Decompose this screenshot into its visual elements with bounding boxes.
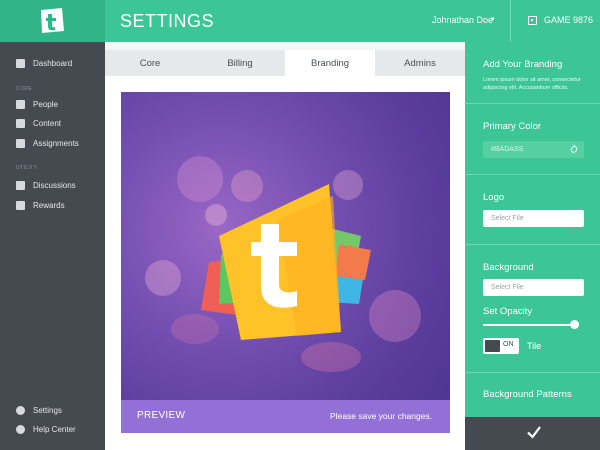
discussions-icon (16, 180, 25, 190)
game-icon (528, 16, 537, 25)
page-title: SETTINGS (120, 11, 215, 31)
background-patterns-label[interactable]: Background Patterns (483, 389, 572, 400)
sidebar-item-label: Assignments (33, 138, 79, 148)
sidebar-item-dashboard[interactable]: Dashboard (16, 56, 72, 70)
sidebar-item-discussions[interactable]: Discussions (16, 178, 76, 192)
color-picker-icon[interactable] (569, 144, 579, 155)
toggle-knob (485, 340, 500, 352)
dashboard-icon (16, 58, 25, 68)
user-menu[interactable]: Johnathan Doe (432, 15, 493, 25)
settings-tabs: Core Billing Branding Admins (105, 50, 465, 76)
preview-label: PREVIEW (137, 410, 186, 421)
bokeh-light (369, 290, 421, 342)
rewards-icon (16, 200, 25, 210)
game-selector[interactable]: GAME 9876 (544, 15, 593, 25)
branding-description: Lorem ipsum dolor sit amet, consectetur … (483, 77, 581, 91)
tally-logo-icon (201, 184, 371, 340)
logo-icon (41, 8, 64, 33)
toggle-state: ON (503, 341, 514, 348)
people-icon (16, 99, 25, 109)
preview-save-note: Please save your changes. (330, 411, 433, 421)
background-label: Background (483, 262, 534, 273)
sidebar-item-label: Discussions (33, 180, 76, 190)
primary-color-value: #BADASS (491, 146, 524, 153)
sidebar-item-assignments[interactable]: Assignments (16, 136, 79, 150)
tab-billing[interactable]: Billing (195, 50, 285, 76)
branding-title: Add Your Branding (483, 59, 563, 70)
chevron-down-icon[interactable]: ▾ (491, 15, 495, 23)
primary-color-label: Primary Color (483, 121, 542, 132)
sidebar-section-utility: UTILITY (16, 165, 38, 171)
opacity-slider-thumb[interactable] (570, 320, 579, 329)
bokeh-light (145, 260, 181, 296)
checkmark-icon[interactable] (526, 424, 542, 440)
tile-label: Tile (527, 341, 542, 351)
assignments-icon (16, 138, 25, 148)
sidebar-item-help-center[interactable]: Help Center (16, 422, 76, 436)
background-file-input[interactable]: Select File (483, 279, 584, 296)
tab-core[interactable]: Core (105, 50, 195, 76)
sidebar-item-label: Help Center (33, 424, 76, 434)
panel-divider (465, 372, 600, 373)
panel-divider (465, 244, 600, 245)
sidebar-item-label: Content (33, 118, 62, 128)
help-icon (16, 424, 25, 434)
tab-branding[interactable]: Branding (285, 50, 375, 76)
sidebar-section-core: CORE (16, 86, 33, 92)
header-divider (510, 0, 511, 42)
tile-toggle[interactable]: ON (483, 338, 519, 354)
app-logo[interactable] (0, 0, 105, 42)
sidebar-item-settings[interactable]: Settings (16, 403, 62, 417)
opacity-slider[interactable] (483, 324, 576, 326)
tab-admins[interactable]: Admins (375, 50, 465, 76)
panel-divider (465, 103, 600, 104)
sidebar-item-label: People (33, 99, 58, 109)
primary-color-input[interactable]: #BADASS (483, 141, 584, 158)
logo-label: Logo (483, 192, 505, 203)
sidebar-item-label: Settings (33, 405, 62, 415)
panel-divider (465, 174, 600, 175)
gear-icon (16, 405, 25, 415)
bokeh-light (301, 342, 361, 372)
sidebar-item-rewards[interactable]: Rewards (16, 198, 65, 212)
branding-panel (465, 42, 600, 417)
sidebar-item-content[interactable]: Content (16, 116, 61, 130)
opacity-label: Set Opacity (483, 306, 533, 317)
logo-file-input[interactable]: Select File (483, 210, 584, 227)
content-icon (16, 118, 25, 128)
sidebar-item-label: Rewards (33, 200, 65, 210)
sidebar-item-label: Dashboard (33, 58, 73, 68)
branding-preview-image (121, 92, 450, 433)
sidebar-item-people[interactable]: People (16, 97, 58, 111)
